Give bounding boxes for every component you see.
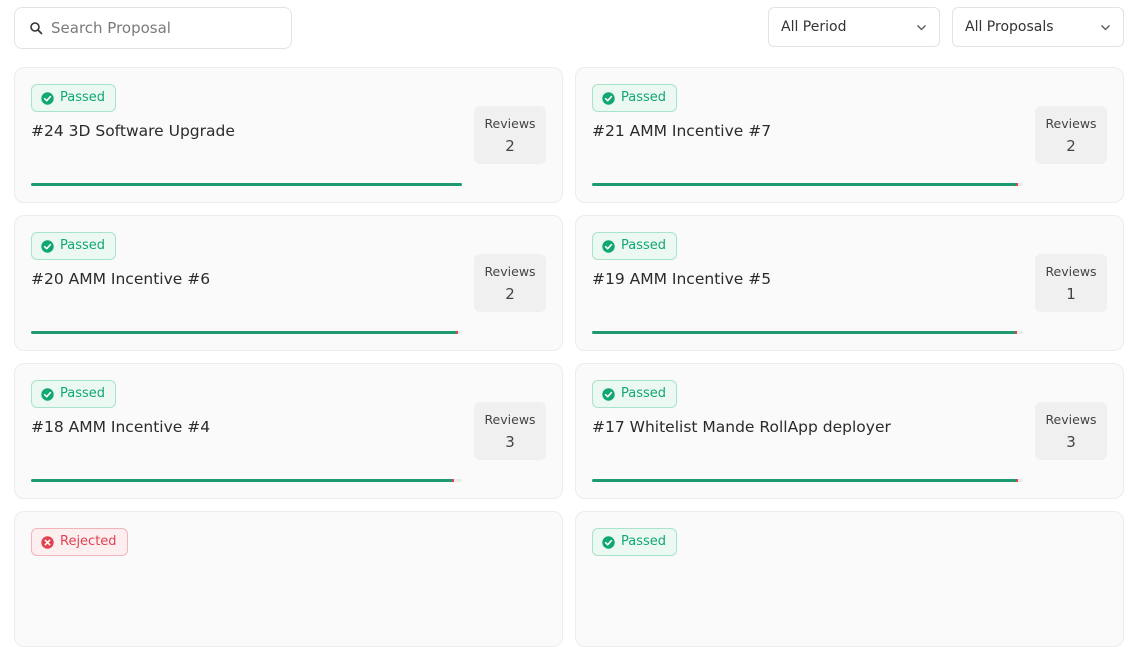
proposal-card[interactable]: Passed #21 AMM Incentive #7 Reviews 2 bbox=[575, 67, 1124, 203]
status-label: Passed bbox=[621, 534, 667, 549]
proposals-select[interactable]: All Proposals bbox=[952, 7, 1124, 47]
status-badge: Passed bbox=[31, 232, 117, 260]
reviews-label: Reviews bbox=[484, 264, 536, 279]
status-label: Passed bbox=[621, 386, 667, 401]
chevron-down-icon bbox=[1101, 25, 1110, 31]
reviews-count: 3 bbox=[505, 433, 515, 451]
proposal-card[interactable]: Rejected bbox=[14, 511, 563, 647]
status-badge: Passed bbox=[31, 380, 117, 408]
status-label: Passed bbox=[60, 238, 106, 253]
reviews-label: Reviews bbox=[1045, 412, 1097, 427]
search-input[interactable] bbox=[51, 8, 281, 48]
status-label: Passed bbox=[60, 386, 106, 401]
filter-bar: All Period All Proposals bbox=[0, 0, 1144, 60]
yes-votes-fill bbox=[31, 331, 456, 334]
status-badge: Passed bbox=[592, 232, 678, 260]
reviews-box: Reviews 2 bbox=[474, 106, 546, 164]
reviews-box: Reviews 3 bbox=[474, 402, 546, 460]
period-select[interactable]: All Period bbox=[768, 7, 940, 47]
status-badge: Passed bbox=[592, 380, 678, 408]
no-votes-fill bbox=[1016, 479, 1018, 482]
no-votes-fill bbox=[456, 331, 458, 334]
reviews-count: 2 bbox=[505, 137, 515, 155]
search-icon bbox=[30, 22, 43, 35]
proposal-card[interactable]: Passed #18 AMM Incentive #4 Reviews 3 bbox=[14, 363, 563, 499]
status-label: Passed bbox=[621, 90, 667, 105]
proposal-title[interactable]: #24 3D Software Upgrade bbox=[31, 122, 235, 140]
reviews-count: 2 bbox=[505, 285, 515, 303]
status-label: Passed bbox=[621, 238, 667, 253]
check-circle-icon bbox=[41, 92, 54, 105]
x-circle-icon bbox=[41, 536, 54, 549]
check-circle-icon bbox=[602, 536, 615, 549]
proposal-title[interactable]: #17 Whitelist Mande RollApp deployer bbox=[592, 418, 891, 436]
no-votes-fill bbox=[1016, 183, 1018, 186]
no-votes-fill bbox=[452, 479, 454, 482]
yes-votes-fill bbox=[31, 183, 462, 186]
yes-votes-fill bbox=[592, 479, 1016, 482]
vote-progress-bar bbox=[592, 183, 1023, 186]
proposal-title[interactable]: #18 AMM Incentive #4 bbox=[31, 418, 210, 436]
yes-votes-fill bbox=[31, 479, 452, 482]
proposal-title[interactable]: #20 AMM Incentive #6 bbox=[31, 270, 210, 288]
vote-progress-bar bbox=[31, 331, 462, 334]
status-label: Rejected bbox=[60, 534, 117, 549]
check-circle-icon bbox=[41, 240, 54, 253]
reviews-count: 3 bbox=[1066, 433, 1076, 451]
vote-progress-bar bbox=[31, 183, 462, 186]
reviews-label: Reviews bbox=[1045, 264, 1097, 279]
yes-votes-fill bbox=[592, 331, 1015, 334]
period-select-value: All Period bbox=[781, 19, 847, 35]
reviews-box: Reviews 3 bbox=[1035, 402, 1107, 460]
proposal-title[interactable]: #19 AMM Incentive #5 bbox=[592, 270, 771, 288]
search-box[interactable] bbox=[14, 7, 292, 49]
reviews-count: 1 bbox=[1066, 285, 1076, 303]
reviews-label: Reviews bbox=[484, 116, 536, 131]
proposal-title[interactable]: #21 AMM Incentive #7 bbox=[592, 122, 771, 140]
proposal-card[interactable]: Passed bbox=[575, 511, 1124, 647]
proposal-card[interactable]: Passed #20 AMM Incentive #6 Reviews 2 bbox=[14, 215, 563, 351]
no-votes-fill bbox=[1015, 331, 1017, 334]
check-circle-icon bbox=[602, 240, 615, 253]
reviews-label: Reviews bbox=[1045, 116, 1097, 131]
check-circle-icon bbox=[602, 388, 615, 401]
check-circle-icon bbox=[602, 92, 615, 105]
vote-progress-bar bbox=[592, 331, 1023, 334]
reviews-label: Reviews bbox=[484, 412, 536, 427]
status-badge: Passed bbox=[31, 84, 117, 112]
status-badge: Passed bbox=[592, 528, 678, 556]
proposal-card[interactable]: Passed #24 3D Software Upgrade Reviews 2 bbox=[14, 67, 563, 203]
status-badge: Rejected bbox=[31, 528, 128, 556]
chevron-down-icon bbox=[917, 25, 926, 31]
vote-progress-bar bbox=[31, 479, 462, 482]
vote-progress-bar bbox=[592, 479, 1023, 482]
reviews-box: Reviews 1 bbox=[1035, 254, 1107, 312]
proposal-card[interactable]: Passed #19 AMM Incentive #5 Reviews 1 bbox=[575, 215, 1124, 351]
reviews-count: 2 bbox=[1066, 137, 1076, 155]
reviews-box: Reviews 2 bbox=[474, 254, 546, 312]
proposal-card[interactable]: Passed #17 Whitelist Mande RollApp deploy… bbox=[575, 363, 1124, 499]
reviews-box: Reviews 2 bbox=[1035, 106, 1107, 164]
check-circle-icon bbox=[41, 388, 54, 401]
status-badge: Passed bbox=[592, 84, 678, 112]
proposals-select-value: All Proposals bbox=[965, 19, 1054, 35]
status-label: Passed bbox=[60, 90, 106, 105]
yes-votes-fill bbox=[592, 183, 1016, 186]
